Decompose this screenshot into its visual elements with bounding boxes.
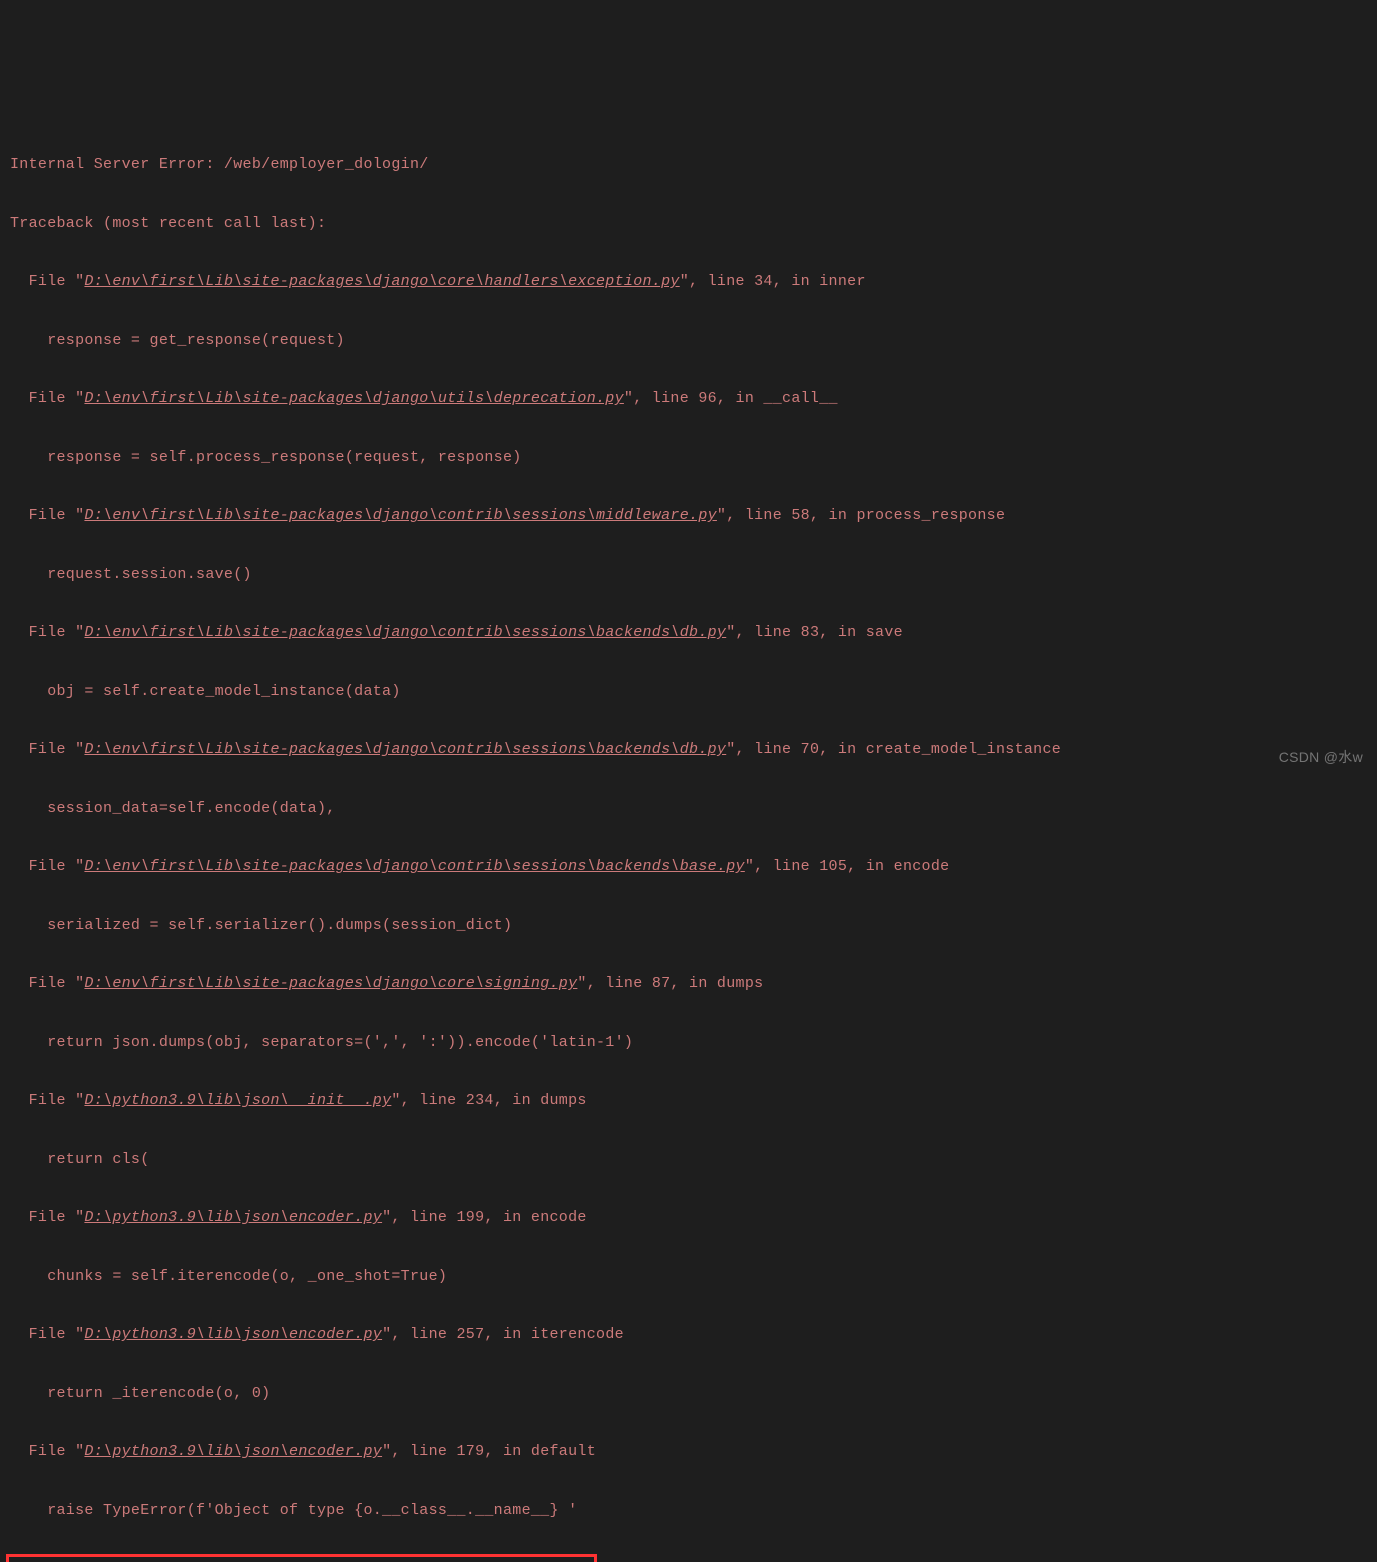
traceback-frame: File "D:\env\first\Lib\site-packages\dja… (10, 501, 1367, 530)
traceback-frame: File "D:\env\first\Lib\site-packages\dja… (10, 969, 1367, 998)
file-path: D:\env\first\Lib\site-packages\django\co… (84, 624, 726, 641)
file-path: D:\env\first\Lib\site-packages\django\co… (84, 273, 679, 290)
traceback-code: return json.dumps(obj, separators=(',', … (10, 1028, 1367, 1057)
traceback-frame: File "D:\env\first\Lib\site-packages\dja… (10, 852, 1367, 881)
file-path: D:\python3.9\lib\json\encoder.py (84, 1326, 382, 1343)
traceback-frame: File "D:\env\first\Lib\site-packages\dja… (10, 384, 1367, 413)
traceback-frame: File "D:\python3.9\lib\json\encoder.py",… (10, 1203, 1367, 1232)
file-path: D:\python3.9\lib\json\encoder.py (84, 1443, 382, 1460)
file-path: D:\env\first\Lib\site-packages\django\co… (84, 975, 577, 992)
traceback-code: response = get_response(request) (10, 326, 1367, 355)
traceback-frame: File "D:\python3.9\lib\json\encoder.py",… (10, 1320, 1367, 1349)
file-path: D:\env\first\Lib\site-packages\django\ut… (84, 390, 623, 407)
file-path: D:\env\first\Lib\site-packages\django\co… (84, 858, 744, 875)
traceback-frame: File "D:\python3.9\lib\json\__init__.py"… (10, 1086, 1367, 1115)
traceback-frame: File "D:\env\first\Lib\site-packages\dja… (10, 618, 1367, 647)
file-path: D:\python3.9\lib\json\__init__.py (84, 1092, 391, 1109)
traceback-frame: File "D:\env\first\Lib\site-packages\dja… (10, 735, 1367, 764)
terminal-output: Internal Server Error: /web/employer_dol… (10, 121, 1367, 1562)
file-path: D:\env\first\Lib\site-packages\django\co… (84, 507, 717, 524)
traceback-code: chunks = self.iterencode(o, _one_shot=Tr… (10, 1262, 1367, 1291)
traceback-frame: File "D:\python3.9\lib\json\encoder.py",… (10, 1437, 1367, 1466)
traceback-frame: File "D:\env\first\Lib\site-packages\dja… (10, 267, 1367, 296)
error-header: Internal Server Error: /web/employer_dol… (10, 150, 1367, 179)
highlighted-error: TypeError: Object of type date is not JS… (10, 1554, 1367, 1562)
file-path: D:\env\first\Lib\site-packages\django\co… (84, 741, 726, 758)
file-path: D:\python3.9\lib\json\encoder.py (84, 1209, 382, 1226)
traceback-code: response = self.process_response(request… (10, 443, 1367, 472)
traceback-code: session_data=self.encode(data), (10, 794, 1367, 823)
traceback-code: raise TypeError(f'Object of type {o.__cl… (10, 1496, 1367, 1525)
traceback-code: return _iterencode(o, 0) (10, 1379, 1367, 1408)
traceback-code: obj = self.create_model_instance(data) (10, 677, 1367, 706)
traceback-code: request.session.save() (10, 560, 1367, 589)
watermark: CSDN @水w (1279, 744, 1363, 771)
traceback-code: return cls( (10, 1145, 1367, 1174)
traceback-label: Traceback (most recent call last): (10, 209, 1367, 238)
traceback-code: serialized = self.serializer().dumps(ses… (10, 911, 1367, 940)
